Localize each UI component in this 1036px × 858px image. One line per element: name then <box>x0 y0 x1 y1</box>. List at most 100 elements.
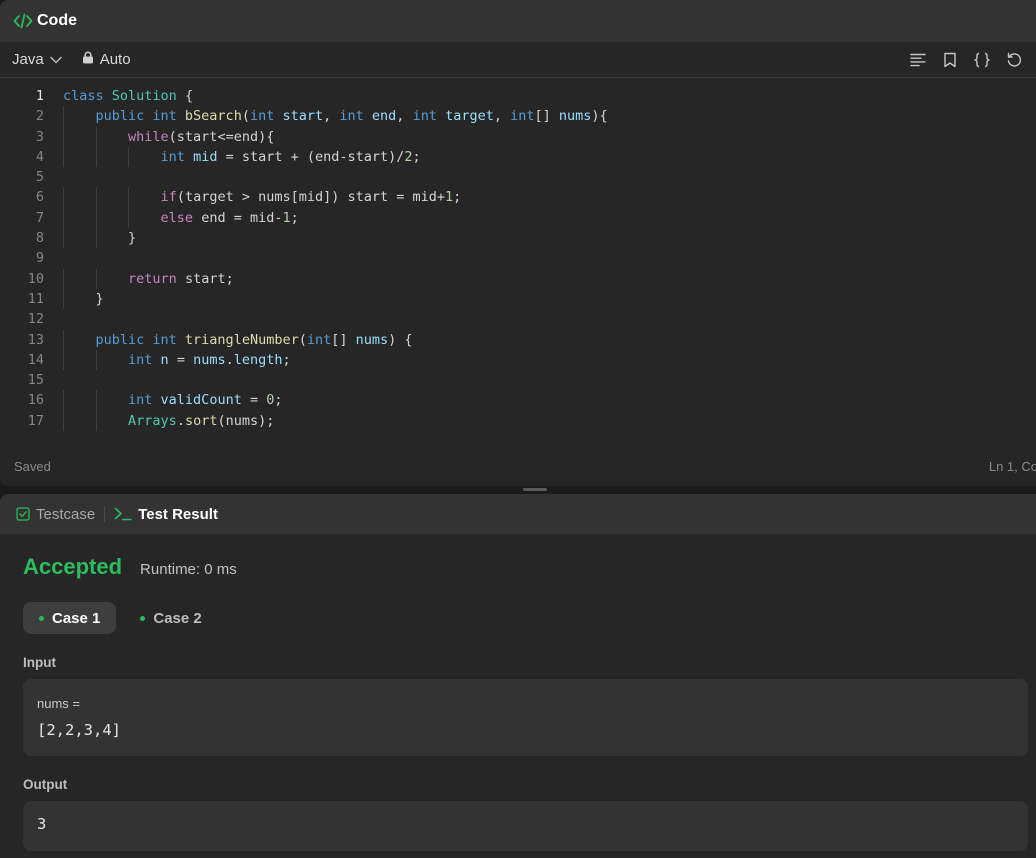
runtime-text: Runtime: 0 ms <box>140 561 237 578</box>
format-icon[interactable] <box>908 50 928 70</box>
code-line[interactable]: 5 <box>0 167 1036 187</box>
code-token: ( <box>241 108 250 125</box>
code-line[interactable]: 1 class Solution { <box>0 86 1036 106</box>
line-number: 16 <box>27 392 44 409</box>
indent-guide <box>63 349 64 371</box>
code-token: int <box>160 148 194 165</box>
auto-mode-label: Auto <box>99 51 131 68</box>
code-token: } <box>128 230 137 247</box>
code-line[interactable]: 6 if(target > nums[mid]) start = mid+1; <box>0 187 1036 208</box>
code-token: , <box>493 108 511 125</box>
output-box: 3 <box>23 801 1028 851</box>
code-line[interactable]: 16 int validCount = 0; <box>0 390 1036 411</box>
line-number: 1 <box>35 88 44 104</box>
tab-divider <box>104 506 106 522</box>
code-panel: Code Java Auto 1 class Solution {2 publ… <box>0 0 1036 486</box>
input-box: nums = [2,2,3,4] <box>23 679 1028 756</box>
indent-guide <box>63 268 64 289</box>
code-token: end = mid- <box>193 209 283 226</box>
code-token: ) { <box>388 331 413 348</box>
code-token: public int <box>95 331 185 348</box>
case-tabs: Case 1 Case 2 <box>23 602 218 634</box>
code-token: = start + (end-start)/ <box>217 148 405 165</box>
line-number: 14 <box>27 351 44 368</box>
case-1-label: Case 1 <box>52 609 101 627</box>
code-token: n <box>160 351 169 368</box>
code-token: bSearch <box>184 108 242 125</box>
code-text: public int triangleNumber(int[] nums) { <box>96 330 413 350</box>
code-token: start <box>282 108 324 125</box>
indent-guide <box>63 288 64 310</box>
indent-guide <box>95 146 97 168</box>
code-token: int <box>249 108 283 125</box>
code-line[interactable]: 3 while(start<=end){ <box>0 126 1036 147</box>
code-token: int <box>412 108 446 125</box>
code-text: int mid = start + (end-start)/2; <box>161 147 421 167</box>
indent-guide <box>63 207 64 229</box>
code-line[interactable]: 14 int n = nums.length; <box>0 349 1036 371</box>
auto-mode[interactable]: Auto <box>82 51 131 68</box>
code-editor[interactable]: 1 class Solution {2 public int bSearch(int… <box>0 86 1036 434</box>
editor-toolbar: Java Auto <box>0 42 1036 78</box>
line-number: 2 <box>35 108 44 125</box>
lock-icon <box>82 51 94 68</box>
code-panel-title: Code <box>37 12 77 29</box>
bookmark-icon[interactable] <box>940 50 960 70</box>
pass-dot-icon <box>140 615 146 621</box>
case-1-button[interactable]: Case 1 <box>23 602 117 634</box>
cursor-position: Ln 1, Co <box>988 458 1036 474</box>
verdict-row: Accepted Runtime: 0 ms <box>23 554 237 580</box>
indent-guide <box>128 207 130 229</box>
panel-resize-handle[interactable] <box>523 488 547 491</box>
code-token: 1 <box>282 209 291 226</box>
case-2-button[interactable]: Case 2 <box>124 602 217 634</box>
code-token: triangleNumber <box>184 331 299 348</box>
chevron-down-icon <box>49 51 62 68</box>
tab-testcase[interactable]: Testcase <box>16 506 95 523</box>
code-line[interactable]: 15 <box>0 370 1036 390</box>
code-token: validCount <box>160 392 242 409</box>
code-text: int n = nums.length; <box>128 350 291 370</box>
code-panel-header: Code <box>0 0 1036 42</box>
result-panel: Testcase Test Result Accepted Runtime: 0… <box>0 494 1036 858</box>
code-line[interactable]: 2 public int bSearch(int start, int end, … <box>0 106 1036 127</box>
code-token: } <box>95 290 104 307</box>
indent-guide <box>95 268 97 289</box>
code-token: int <box>128 351 161 368</box>
code-token: class <box>63 88 112 104</box>
line-number: 7 <box>35 209 44 226</box>
indent-guide <box>95 349 97 371</box>
verdict-status: Accepted <box>23 554 123 579</box>
code-token: ; <box>453 189 462 206</box>
code-line[interactable]: 13 public int triangleNumber(int[] nums) … <box>0 329 1036 350</box>
line-number: 13 <box>27 331 44 348</box>
line-number: 6 <box>35 189 44 206</box>
code-token: (nums); <box>217 412 275 429</box>
input-label: Input <box>23 655 56 670</box>
code-token: int <box>128 392 161 409</box>
line-number: 11 <box>27 290 44 307</box>
indent-guide <box>63 410 64 432</box>
code-line[interactable]: 8} <box>0 228 1036 249</box>
code-line[interactable]: 17 Arrays.sort(nums); <box>0 410 1036 432</box>
code-line[interactable]: 9 <box>0 248 1036 268</box>
code-line[interactable]: 7 else end = mid-1; <box>0 207 1036 229</box>
indent-guide <box>95 187 97 208</box>
code-text: } <box>128 228 136 248</box>
pass-dot-icon <box>39 615 44 621</box>
tab-test-result[interactable]: Test Result <box>114 506 218 523</box>
line-number: 17 <box>27 412 44 429</box>
code-token: [] <box>331 331 356 348</box>
code-token: else <box>160 209 194 226</box>
code-line[interactable]: 11} <box>0 288 1036 310</box>
language-select[interactable]: Java <box>12 51 62 68</box>
language-label: Java <box>12 51 44 68</box>
line-number: 10 <box>27 270 44 287</box>
code-line[interactable]: 10 return start; <box>0 268 1036 289</box>
code-text: else end = mid-1; <box>161 208 299 228</box>
code-line[interactable]: 4 int mid = start + (end-start)/2; <box>0 146 1036 168</box>
reset-icon[interactable] <box>1004 50 1024 70</box>
indent-guide <box>128 187 130 208</box>
braces-icon[interactable] <box>972 50 992 70</box>
code-line[interactable]: 12 <box>0 309 1036 329</box>
